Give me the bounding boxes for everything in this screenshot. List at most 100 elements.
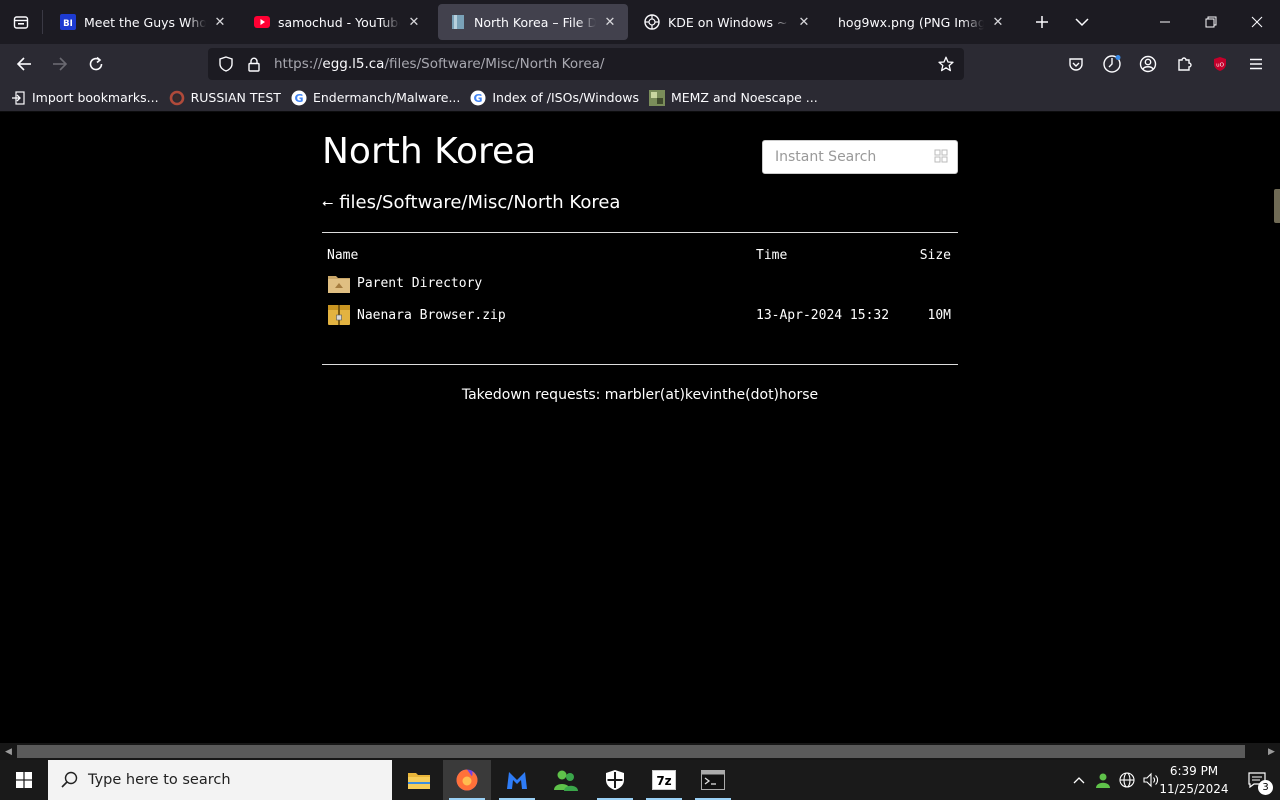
tab-png-image[interactable]: hog9wx.png (PNG Image, 1600 ✕ xyxy=(826,4,1016,40)
forward-button[interactable] xyxy=(44,48,76,80)
scrollbar-thumb[interactable] xyxy=(17,745,1245,758)
bookmark-isos-windows[interactable]: G Index of /ISOs/Windows xyxy=(470,86,639,110)
new-tab-button[interactable] xyxy=(1026,6,1058,38)
tab-title: Meet the Guys Who Sabotage xyxy=(84,14,206,30)
column-header-size[interactable]: Size xyxy=(920,248,951,263)
table-row[interactable]: Parent Directory xyxy=(322,267,958,299)
divider xyxy=(322,232,958,233)
chevron-down-icon xyxy=(1075,18,1089,27)
extensions-button[interactable] xyxy=(1168,48,1200,80)
tab-pixeldrain[interactable]: KDE on Windows ~ pixeldrain ✕ xyxy=(632,4,822,40)
globe-icon xyxy=(1119,772,1135,788)
divider xyxy=(322,364,958,365)
account-button[interactable] xyxy=(1132,48,1164,80)
show-hidden-icons-button[interactable] xyxy=(1068,760,1090,800)
bookmark-endermanch[interactable]: G Endermanch/Malware... xyxy=(291,86,460,110)
search-icon xyxy=(61,771,78,788)
close-icon[interactable]: ✕ xyxy=(404,12,424,32)
svg-text:uO: uO xyxy=(1216,63,1224,69)
tab-separator xyxy=(42,10,43,34)
bookmark-russian-test[interactable]: RUSSIAN TEST xyxy=(169,86,281,110)
firefox-icon xyxy=(456,769,478,791)
star-icon[interactable] xyxy=(932,48,960,80)
pocket-button[interactable] xyxy=(1060,48,1092,80)
column-header-name[interactable]: Name xyxy=(327,248,358,263)
url-host: egg.l5.ca xyxy=(322,56,385,72)
tray-people-app[interactable] xyxy=(1092,760,1114,800)
taskbar-search-box[interactable]: Type here to search xyxy=(48,760,392,800)
taskbar-clock[interactable]: 6:39 PM 11/25/2024 xyxy=(1156,762,1232,798)
zip-icon xyxy=(327,303,351,327)
close-icon[interactable]: ✕ xyxy=(210,12,230,32)
person-icon xyxy=(1096,773,1110,788)
windows-logo-icon xyxy=(16,772,32,788)
svg-text:BI: BI xyxy=(63,19,73,29)
7zip-icon: 7z xyxy=(652,770,676,790)
close-icon[interactable]: ✕ xyxy=(794,12,814,32)
timer-extension-button[interactable] xyxy=(1096,48,1128,80)
firefox-view-button[interactable] xyxy=(0,0,42,44)
pocket-icon xyxy=(1069,58,1083,71)
minimize-button[interactable] xyxy=(1142,0,1188,44)
bookmark-memz[interactable]: MEMZ and Noescape ... xyxy=(648,86,818,110)
back-button[interactable] xyxy=(8,48,40,80)
bookmarks-toolbar: Import bookmarks... RUSSIAN TEST G Ender… xyxy=(0,84,1280,112)
back-arrow-link[interactable]: ⭠ xyxy=(322,195,333,211)
taskbar-windows-security[interactable] xyxy=(591,760,639,800)
bookmark-label: Endermanch/Malware... xyxy=(312,90,461,105)
edge-tab-icon[interactable] xyxy=(1274,189,1280,223)
url-scheme: https:// xyxy=(274,56,323,72)
url-text[interactable]: https://egg.l5.ca/files/Software/Misc/No… xyxy=(274,56,932,72)
instant-search-input[interactable] xyxy=(762,140,958,174)
file-link[interactable]: Naenara Browser.zip xyxy=(327,303,506,327)
pixeldrain-icon xyxy=(644,14,660,30)
bookmark-label: Index of /ISOs/Windows xyxy=(492,90,639,105)
ublock-origin-button[interactable]: uO xyxy=(1204,48,1236,80)
tab-title: North Korea – File Directory xyxy=(474,14,596,30)
close-window-button[interactable] xyxy=(1234,0,1280,44)
parent-directory-link[interactable]: Parent Directory xyxy=(327,271,482,295)
close-icon[interactable]: ✕ xyxy=(988,12,1008,32)
tab-title: samochud - YouTube xyxy=(278,14,400,30)
shield-icon[interactable] xyxy=(212,48,240,80)
close-icon xyxy=(1251,16,1263,28)
tab-youtube[interactable]: samochud - YouTube ✕ xyxy=(242,4,432,40)
bookmark-label: Import bookmarks... xyxy=(32,90,159,105)
restore-button[interactable] xyxy=(1188,0,1234,44)
taskbar-firefox[interactable] xyxy=(443,760,491,800)
table-header: Name Time Size xyxy=(322,243,958,267)
taskbar-chat-app[interactable] xyxy=(542,760,590,800)
import-icon xyxy=(10,90,26,106)
tab-meet-the-guys[interactable]: BI Meet the Guys Who Sabotage ✕ xyxy=(48,4,238,40)
arrow-right-icon xyxy=(53,57,68,71)
keyboard-shortcut-icon xyxy=(934,149,948,163)
bookmark-label: RUSSIAN TEST xyxy=(190,90,281,105)
minimize-icon xyxy=(1160,21,1170,23)
lock-icon[interactable] xyxy=(240,48,268,80)
ublock-icon: uO xyxy=(1214,57,1226,71)
horizontal-scrollbar[interactable]: ◀ ▶ xyxy=(0,743,1280,760)
column-header-time[interactable]: Time xyxy=(756,248,787,263)
taskbar-malwarebytes[interactable] xyxy=(493,760,541,800)
takedown-footer: Takedown requests: marbler(at)kevinthe(d… xyxy=(461,387,819,403)
taskbar-7zip[interactable]: 7z xyxy=(640,760,688,800)
url-bar[interactable]: https://egg.l5.ca/files/Software/Misc/No… xyxy=(208,48,964,80)
account-icon xyxy=(1139,55,1157,73)
table-row[interactable]: Naenara Browser.zip 13-Apr-2024 15:32 10… xyxy=(322,299,958,331)
tab-title: hog9wx.png (PNG Image, 1600 xyxy=(838,14,984,30)
list-all-tabs-button[interactable] xyxy=(1066,6,1098,38)
tab-north-korea[interactable]: North Korea – File Directory ✕ xyxy=(438,4,628,40)
menu-button[interactable] xyxy=(1240,48,1272,80)
taskbar-file-explorer[interactable] xyxy=(395,760,443,800)
restore-icon xyxy=(1205,16,1217,28)
bookmark-import[interactable]: Import bookmarks... xyxy=(10,86,159,110)
action-center-button[interactable]: 3 xyxy=(1234,760,1280,800)
close-icon[interactable]: ✕ xyxy=(600,12,620,32)
reload-button[interactable] xyxy=(80,48,112,80)
scroll-left-icon[interactable]: ◀ xyxy=(0,743,17,760)
tray-network[interactable] xyxy=(1116,760,1138,800)
start-button[interactable] xyxy=(0,760,48,800)
taskbar-terminal[interactable] xyxy=(689,760,737,800)
scroll-right-icon[interactable]: ▶ xyxy=(1263,743,1280,760)
taskbar-search-placeholder: Type here to search xyxy=(88,772,231,788)
